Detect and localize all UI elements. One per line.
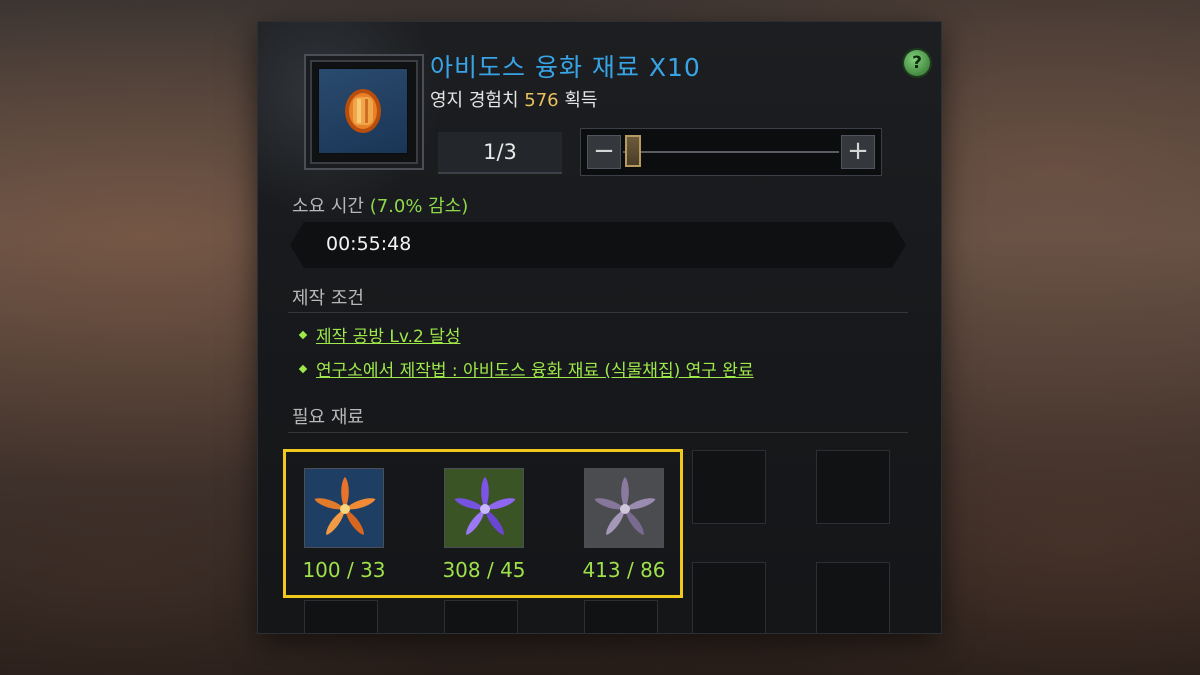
exp-value: 576: [524, 90, 559, 111]
slider-track[interactable]: [623, 151, 839, 153]
time-value: 00:55:48: [326, 233, 412, 255]
exp-prefix: 영지 경험치: [430, 90, 525, 111]
conditions-label: 제작 조건: [292, 288, 364, 309]
condition-text: 제작 공방 Lv.2 달성: [316, 327, 461, 347]
orange-gem-icon: [345, 89, 381, 133]
time-label-text: 소요 시간: [292, 196, 370, 217]
empty-slot: [692, 450, 766, 524]
empty-slot: [304, 600, 378, 633]
help-button[interactable]: ?: [904, 50, 930, 76]
slider-handle[interactable]: [625, 135, 641, 167]
exp-reward-text: 영지 경험치 576 획득: [430, 86, 597, 112]
empty-slot: [584, 600, 658, 633]
materials-label: 필요 재료: [292, 407, 364, 428]
condition-text: 연구소에서 제작법 : 아비도스 융화 재료 (식물채집) 연구 완료: [316, 361, 754, 381]
bullet-icon: [298, 364, 308, 374]
decrease-button[interactable]: −: [587, 135, 621, 169]
empty-slot: [816, 562, 890, 633]
materials-highlight-box: [283, 449, 683, 598]
empty-slot: [816, 450, 890, 524]
item-icon-frame: [304, 54, 424, 170]
increase-button[interactable]: +: [841, 135, 875, 169]
time-reduction: (7.0% 감소): [369, 196, 469, 217]
empty-slot: [692, 562, 766, 633]
exp-suffix: 획득: [558, 90, 598, 111]
empty-slot: [444, 600, 518, 633]
crafting-panel: 아비도스 융화 재료 X10 ? 영지 경험치 576 획득 1/3 − + 소…: [258, 22, 941, 633]
time-label: 소요 시간 (7.0% 감소): [292, 192, 468, 218]
quantity-display: 1/3: [438, 132, 562, 174]
materials-divider: [288, 432, 908, 433]
condition-item[interactable]: 연구소에서 제작법 : 아비도스 융화 재료 (식물채집) 연구 완료: [298, 356, 754, 381]
quantity-slider[interactable]: − +: [580, 128, 882, 176]
item-icon-background: [318, 68, 408, 154]
conditions-divider: [288, 312, 908, 313]
bullet-icon: [298, 330, 308, 340]
item-title: 아비도스 융화 재료 X10: [430, 53, 701, 82]
condition-item[interactable]: 제작 공방 Lv.2 달성: [298, 322, 461, 347]
